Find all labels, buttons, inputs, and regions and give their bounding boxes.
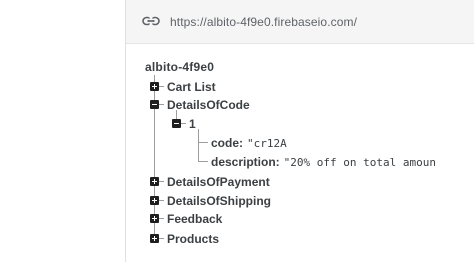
tree-node-cart-list[interactable]: Cart List <box>167 80 216 94</box>
expand-toggle-cart-list[interactable] <box>150 82 159 91</box>
data-tree: albito-4f9e0 Cart List DetailsOfCode 1 c… <box>0 0 474 262</box>
tree-node-products[interactable]: Products <box>167 232 219 246</box>
tree-connector <box>198 142 208 143</box>
firebase-console-page: https://albito-4f9e0.firebaseio.com/ alb… <box>0 0 474 262</box>
collapse-toggle-details-of-code[interactable] <box>150 100 159 109</box>
field-value: "20% off on total amoun <box>283 156 436 169</box>
tree-node-details-of-code[interactable]: DetailsOfCode <box>167 98 250 112</box>
tree-connector <box>181 123 186 124</box>
collapse-toggle-child-1[interactable] <box>172 119 181 128</box>
field-code[interactable]: code: "cr12A <box>211 136 287 150</box>
field-key: code: <box>211 136 244 150</box>
tree-node-feedback[interactable]: Feedback <box>167 212 222 226</box>
tree-node-child-1[interactable]: 1 <box>189 117 196 131</box>
tree-node-details-of-shipping[interactable]: DetailsOfShipping <box>167 194 271 208</box>
tree-connector <box>159 238 164 239</box>
tree-connector <box>159 218 164 219</box>
expand-toggle-details-of-shipping[interactable] <box>150 196 159 205</box>
expand-toggle-feedback[interactable] <box>150 214 159 223</box>
field-description[interactable]: description: "20% off on total amoun <box>211 155 436 169</box>
field-value: "cr12A <box>247 137 287 150</box>
tree-connector <box>159 200 164 201</box>
expand-toggle-details-of-payment[interactable] <box>150 177 159 186</box>
tree-connector <box>198 161 208 162</box>
tree-connector <box>159 86 164 87</box>
tree-root-label[interactable]: albito-4f9e0 <box>145 60 214 74</box>
tree-connector <box>159 104 164 105</box>
tree-node-details-of-payment[interactable]: DetailsOfPayment <box>167 175 270 189</box>
tree-connector <box>198 129 199 161</box>
expand-toggle-products[interactable] <box>150 234 159 243</box>
tree-connector <box>176 110 177 119</box>
tree-connector <box>159 181 164 182</box>
field-key: description: <box>211 155 280 169</box>
